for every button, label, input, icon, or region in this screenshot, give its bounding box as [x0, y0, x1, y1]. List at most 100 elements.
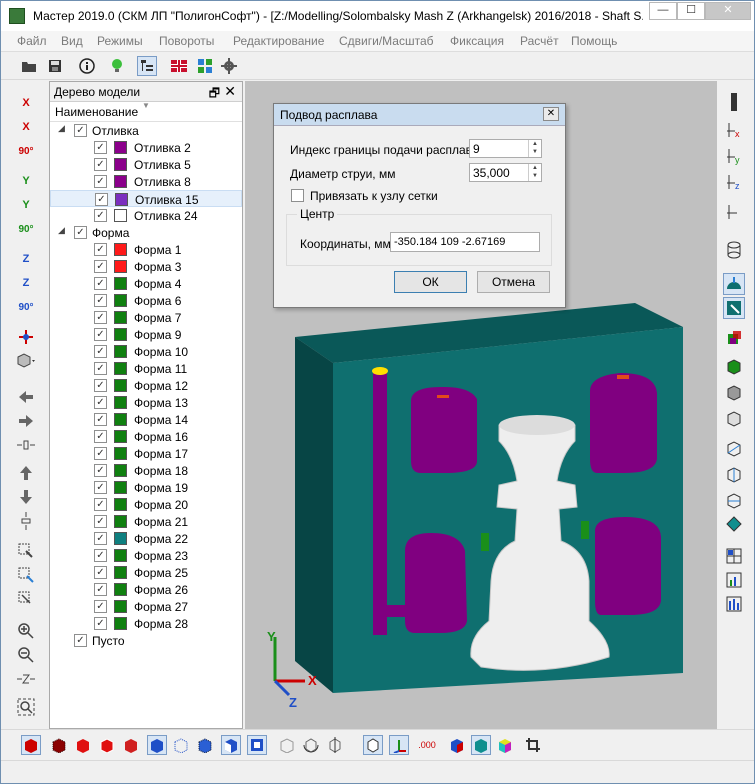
menu-fixation[interactable]: Фиксация: [450, 34, 504, 48]
move-cube-icon[interactable]: [325, 735, 345, 755]
tree-node[interactable]: ✓ Форма 25: [50, 564, 242, 581]
color-swatch[interactable]: [114, 481, 127, 494]
tree-node[interactable]: ✓ Форма 14: [50, 411, 242, 428]
tree-node[interactable]: ✓ Отливка 15: [50, 190, 242, 207]
precision-button[interactable]: .000: [415, 735, 439, 755]
axes-icon[interactable]: [389, 735, 409, 755]
zoom-fit-icon[interactable]: [13, 697, 39, 717]
visibility-checkbox[interactable]: ✓: [74, 634, 87, 647]
fit-area-icon[interactable]: [13, 589, 39, 609]
tree-node[interactable]: ✓ Отливка 2: [50, 139, 242, 156]
layout-icon[interactable]: [195, 56, 215, 76]
tree-node[interactable]: ✓ Форма 16: [50, 428, 242, 445]
tree-node[interactable]: ◢ ✓ Форма: [50, 224, 242, 241]
tree-node[interactable]: ✓ Форма 21: [50, 513, 242, 530]
visibility-checkbox[interactable]: ✓: [94, 158, 107, 171]
gear-icon[interactable]: [219, 56, 239, 76]
center-x-icon[interactable]: [13, 435, 39, 455]
visibility-checkbox[interactable]: ✓: [94, 515, 107, 528]
rotate-x-ccw-button[interactable]: X: [13, 93, 39, 113]
tree-node[interactable]: ✓ Форма 3: [50, 258, 242, 275]
visibility-checkbox[interactable]: ✓: [94, 617, 107, 630]
tree-node[interactable]: ✓ Форма 20: [50, 496, 242, 513]
color-swatch[interactable]: [114, 532, 127, 545]
visibility-checkbox[interactable]: ✓: [94, 464, 107, 477]
multicolor-cube-icon[interactable]: [495, 735, 515, 755]
rotate-y-ccw-button[interactable]: Y: [13, 171, 39, 191]
color-swatch[interactable]: [114, 430, 127, 443]
arrow-right-icon[interactable]: [13, 411, 39, 431]
visibility-checkbox[interactable]: ✓: [94, 600, 107, 613]
tree-node[interactable]: ✓ Отливка 8: [50, 173, 242, 190]
stream-diameter-spinbox[interactable]: 35,000 ▲ ▼: [469, 163, 542, 182]
tree-node[interactable]: ✓ Форма 19: [50, 479, 242, 496]
grid-y-icon[interactable]: y: [723, 145, 745, 167]
tree-node[interactable]: ◢ ✓ Отливка: [50, 122, 242, 139]
blue-cube-icon[interactable]: [147, 735, 167, 755]
arrow-up-icon[interactable]: [13, 463, 39, 483]
grid-x-icon[interactable]: x: [723, 119, 745, 141]
menu-help[interactable]: Помощь: [571, 34, 617, 48]
grid-all-icon[interactable]: [723, 201, 745, 223]
colored-cube-icon[interactable]: [447, 735, 467, 755]
color-swatch[interactable]: [114, 158, 127, 171]
color-swatch[interactable]: [114, 498, 127, 511]
ok-button[interactable]: ОК: [394, 271, 467, 293]
minimize-button[interactable]: —: [649, 2, 677, 20]
tree-node[interactable]: ✓ Форма 27: [50, 598, 242, 615]
color-swatch[interactable]: [114, 209, 127, 222]
save-icon[interactable]: [45, 56, 65, 76]
tree-node[interactable]: ✓ Отливка 5: [50, 156, 242, 173]
visibility-checkbox[interactable]: ✓: [94, 532, 107, 545]
color-swatch[interactable]: [114, 379, 127, 392]
menu-edit[interactable]: Редактирование: [233, 34, 324, 48]
rotate-y-90-button[interactable]: 90°: [13, 219, 39, 239]
tree-node[interactable]: ✓ Форма 22: [50, 530, 242, 547]
column-header[interactable]: Наименование ▼: [50, 101, 242, 122]
color-swatch[interactable]: [114, 396, 127, 409]
rotate-x-90-button[interactable]: 90°: [13, 141, 39, 161]
color-swatch[interactable]: [114, 260, 127, 273]
tree-node[interactable]: ✓ Форма 12: [50, 377, 242, 394]
grid-view-icon[interactable]: [723, 545, 745, 567]
cube-outline-icon[interactable]: [723, 407, 745, 429]
visibility-checkbox[interactable]: ✓: [95, 193, 108, 206]
expand-arrow-icon[interactable]: ◢: [58, 123, 65, 134]
color-swatch[interactable]: [114, 617, 127, 630]
color-swatch[interactable]: [114, 328, 127, 341]
red-cube-icon[interactable]: [73, 735, 93, 755]
color-swatch[interactable]: [114, 600, 127, 613]
arrow-down-icon[interactable]: [13, 487, 39, 507]
close-button[interactable]: ✕: [705, 2, 751, 20]
red-cube-2-icon[interactable]: [121, 735, 141, 755]
tree-node[interactable]: ✓ Форма 26: [50, 581, 242, 598]
spin-arrows-icon[interactable]: ▲ ▼: [528, 164, 541, 181]
grid-z-icon[interactable]: z: [723, 171, 745, 193]
rotate-cube-icon[interactable]: [301, 735, 321, 755]
tree-node[interactable]: ✓ Форма 4: [50, 275, 242, 292]
rotate-z-90-button[interactable]: 90°: [13, 297, 39, 317]
rotate-z-cw-button[interactable]: Z: [13, 273, 39, 293]
blue-frame-cube-icon[interactable]: [247, 735, 267, 755]
color-swatch[interactable]: [114, 141, 127, 154]
color-swatch[interactable]: [114, 294, 127, 307]
tree-node[interactable]: ✓ Форма 10: [50, 343, 242, 360]
rotate-y-cw-button[interactable]: Y: [13, 195, 39, 215]
color-swatch[interactable]: [114, 515, 127, 528]
visibility-checkbox[interactable]: ✓: [94, 141, 107, 154]
tree-node[interactable]: ✓ Форма 1: [50, 241, 242, 258]
center-y-icon[interactable]: [13, 511, 39, 531]
cube-gray-icon[interactable]: [723, 381, 745, 403]
section-icon[interactable]: [723, 437, 745, 459]
red-cube-outline-icon[interactable]: [97, 735, 117, 755]
expand-arrow-icon[interactable]: ◢: [58, 225, 65, 236]
mesh-red-cube-icon[interactable]: [49, 735, 69, 755]
zoom-in-icon[interactable]: [13, 621, 39, 641]
visibility-checkbox[interactable]: ✓: [94, 396, 107, 409]
cyan-cube-icon[interactable]: [471, 735, 491, 755]
blue-half-cube-icon[interactable]: [221, 735, 241, 755]
menu-shift-scale[interactable]: Сдвиги/Масштаб: [339, 34, 434, 48]
select-area-icon[interactable]: [13, 541, 39, 561]
visibility-checkbox[interactable]: ✓: [94, 243, 107, 256]
melt-feed-icon[interactable]: [723, 273, 745, 295]
